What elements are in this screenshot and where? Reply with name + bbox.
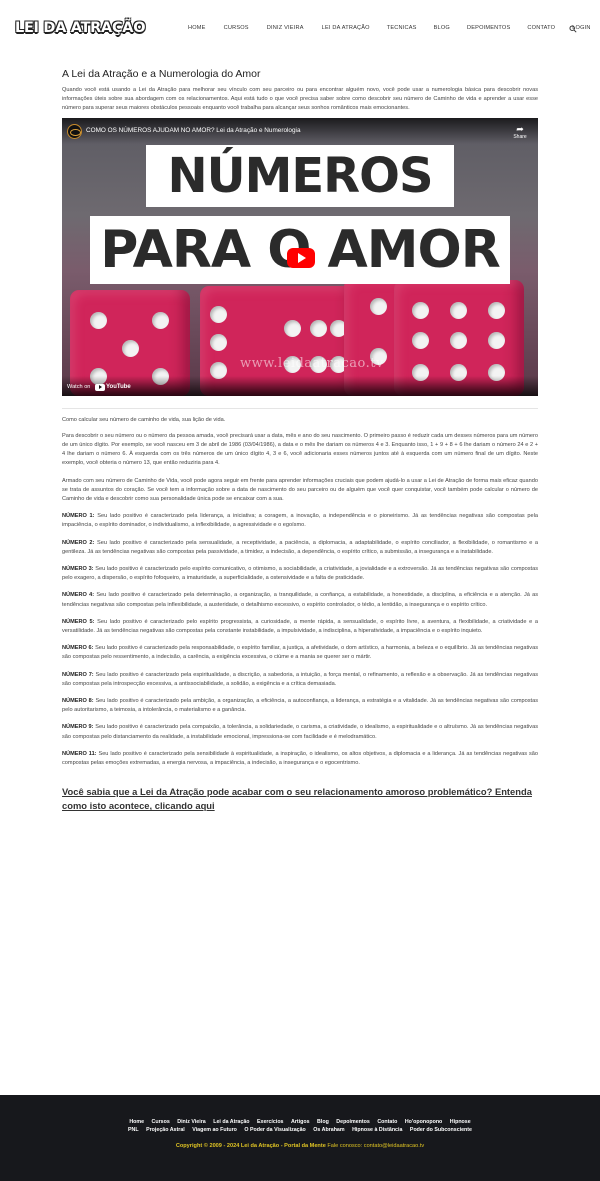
youtube-video-embed[interactable]: NÚMEROS PARA O AMOR www.leidaatracao.tv … xyxy=(62,117,538,396)
number-entry: NÚMERO 11: Seu lado positivo é caracteri… xyxy=(62,750,538,767)
divider xyxy=(62,407,538,409)
share-button[interactable]: ➦ Share xyxy=(513,124,527,140)
footer-link-projecao-astral[interactable]: Projeção Astral xyxy=(146,1127,185,1133)
share-label: Share xyxy=(513,133,527,140)
nav-depoimentos[interactable]: DEPOIMENTOS xyxy=(467,25,510,35)
footer-link-poder-da-visualizacao[interactable]: O Poder da Visualização xyxy=(244,1127,305,1133)
watch-on-label[interactable]: Watch on xyxy=(67,384,90,390)
page-title: A Lei da Atração e a Numerologia do Amor xyxy=(62,68,261,80)
how-to-paragraph: Como calcular seu número de caminho de v… xyxy=(62,416,226,423)
footer-link-contato[interactable]: Contato xyxy=(377,1119,397,1125)
footer-link-pnl[interactable]: PNL xyxy=(128,1127,139,1133)
site-footer: Home Cursos Diniz Vieira Lei da Atração … xyxy=(0,1095,600,1181)
number-entry: NÚMERO 8: Seu lado positivo é caracteriz… xyxy=(62,698,538,714)
nav-contato[interactable]: CONTATO xyxy=(527,25,555,35)
intro-paragraph: Quando você está usando a Lei da Atração… xyxy=(62,87,538,112)
video-title[interactable]: COMO OS NÚMEROS AJUDAM NO AMOR? Lei da A… xyxy=(86,127,301,134)
youtube-logo[interactable]: YouTube xyxy=(95,383,131,391)
calc-paragraph: Para descobrir o seu número ou o número … xyxy=(62,432,538,467)
number-entry: NÚMERO 7: Seu lado positivo é caracteriz… xyxy=(62,671,538,687)
site-logo[interactable]: LEI DA ATRAÇÃO xyxy=(15,20,146,36)
footer-link-lei-da-atracao[interactable]: Lei da Atração xyxy=(213,1119,249,1125)
nav-blog[interactable]: BLOG xyxy=(434,25,450,35)
play-icon[interactable] xyxy=(287,247,315,268)
footer-link-os-abraham[interactable]: Os Abraham xyxy=(313,1127,344,1133)
footer-link-depoimentos[interactable]: Depoimentos xyxy=(336,1119,370,1125)
footer-link-artigos[interactable]: Artigos xyxy=(291,1119,310,1125)
copyright: Copyright © 2009 - 2024 Lei da Atração -… xyxy=(0,1143,600,1149)
armed-paragraph: Armado com seu número de Caminho de Vida… xyxy=(62,477,538,503)
footer-links: Home Cursos Diniz Vieira Lei da Atração … xyxy=(0,1118,600,1134)
number-entry: NÚMERO 6: Seu lado positivo é caracteriz… xyxy=(62,645,539,661)
footer-link-blog[interactable]: Blog xyxy=(317,1119,329,1125)
nav-home[interactable]: Home xyxy=(188,25,206,35)
nav-diniz-vieira[interactable]: DINIZ VIEIRA xyxy=(267,25,304,35)
number-entry: NÚMERO 2: Seu lado positivo é caracteriz… xyxy=(62,539,538,555)
number-entry: NÚMERO 3: Seu lado positivo é caracteriz… xyxy=(62,566,538,582)
footer-link-cursos[interactable]: Cursos xyxy=(152,1119,170,1125)
footer-link-poder-do-subconsciente[interactable]: Poder do Subconsciente xyxy=(410,1127,472,1133)
number-entry: NÚMERO 4: Seu lado positivo é caracteriz… xyxy=(62,592,539,608)
footer-link-diniz-vieira[interactable]: Diniz Vieira xyxy=(177,1119,205,1125)
footer-link-home[interactable]: Home xyxy=(129,1119,144,1125)
channel-avatar[interactable] xyxy=(67,123,82,139)
article: A Lei da Atração e a Numerologia do Amor… xyxy=(62,68,538,813)
nav-tecnicas[interactable]: TECNICAS xyxy=(387,25,417,35)
thumbnail-title-line-1: NÚMEROS xyxy=(146,144,454,207)
youtube-icon xyxy=(95,383,105,391)
contact-email[interactable]: Fale conosco: contato@leidaatracao.tv xyxy=(327,1143,424,1149)
thumbnail-watermark: www.leidaatracao.tv xyxy=(240,355,384,371)
footer-link-viagem-ao-futuro[interactable]: Viagem ao Futuro xyxy=(192,1127,237,1133)
share-icon: ➦ xyxy=(516,123,524,134)
footer-link-exercicios[interactable]: Exercícios xyxy=(257,1119,284,1125)
watch-on-bar xyxy=(62,375,538,396)
number-entry: NÚMERO 5: Seu lado positivo é caracteriz… xyxy=(62,618,539,635)
site-header: LEI DA ATRAÇÃO Home CURSOS DINIZ VIEIRA … xyxy=(0,0,600,58)
number-entry: NÚMERO 1: Seu lado positivo é caracteriz… xyxy=(62,513,538,529)
numbers-list: NÚMERO 1: Seu lado positivo é caracteriz… xyxy=(62,512,538,768)
nav-cursos[interactable]: CURSOS xyxy=(224,25,249,35)
search-icon[interactable] xyxy=(569,25,577,33)
footer-link-hipnose[interactable]: Hipnose xyxy=(450,1119,471,1125)
main-nav: Home CURSOS DINIZ VIEIRA LEI DA ATRAÇÃO … xyxy=(188,25,591,35)
footer-link-hipnose-a-distancia[interactable]: Hipnose à Distância xyxy=(352,1127,402,1133)
copyright-text: Copyright © 2009 - 2024 Lei da Atração -… xyxy=(175,1143,326,1149)
number-entry: NÚMERO 9: Seu lado positivo é caracteriz… xyxy=(62,724,539,740)
relationship-article-link[interactable]: Você sabia que a Lei da Atração pode aca… xyxy=(62,785,538,813)
footer-link-hooponopono[interactable]: Ho'oponopono xyxy=(405,1119,442,1125)
nav-lei-da-atracao[interactable]: LEI DA ATRAÇÃO xyxy=(322,25,370,35)
